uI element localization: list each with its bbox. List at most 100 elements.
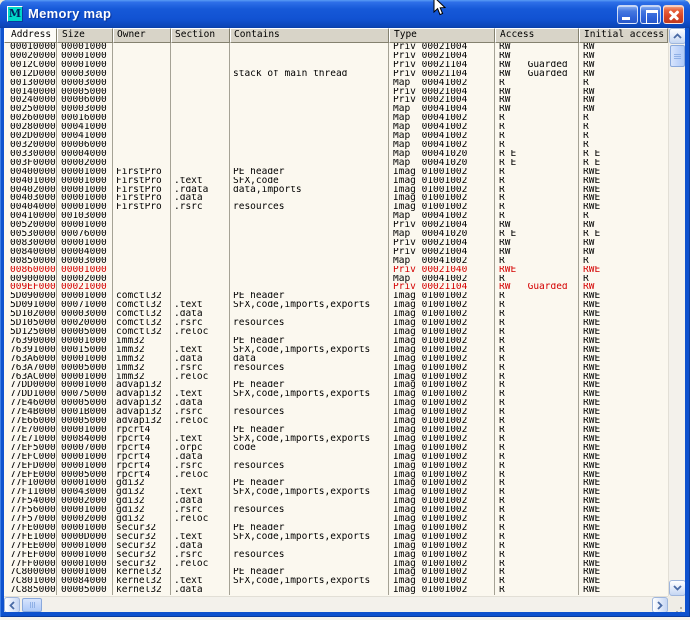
column-header-contains[interactable]: Contains [230, 28, 389, 43]
cell-section [171, 105, 230, 114]
horizontal-scroll-thumb[interactable] [22, 598, 42, 612]
cell-section: .reloc [171, 328, 230, 337]
maximize-button[interactable] [640, 5, 661, 24]
table-row[interactable]: 77E7000000001000rpcrt4PE headerImag 0100… [4, 426, 668, 435]
table-row[interactable]: 77FEF00000001000secur32.rsrcresourcesIma… [4, 551, 668, 560]
cell-owner [113, 43, 171, 52]
table-row[interactable]: 0024000000006000Priv 00021004RWRW [4, 96, 668, 105]
titlebar[interactable]: M Memory map [0, 0, 690, 28]
table-row[interactable]: 0040000000001000FirstProPE headerImag 01… [4, 168, 668, 177]
table-row[interactable]: 77F1100000043000gdi32.textSFX,code,impor… [4, 488, 668, 497]
table-row[interactable]: 77EF500000007000rpcrt4.orpccodeImag 0100… [4, 444, 668, 453]
table-row[interactable]: 0001000000001000Priv 00021004RWRW [4, 43, 668, 52]
table-row[interactable]: 5D12500000005000comctl32.relocImag 01001… [4, 328, 668, 337]
cell-access: R [495, 381, 579, 390]
cell-type: Imag 01001002 [389, 417, 495, 426]
table-row[interactable]: 7C88500000005000kernel32.dataImag 010010… [4, 586, 668, 595]
table-row[interactable]: 77E7100000084000rpcrt4.textSFX,code,impo… [4, 435, 668, 444]
table-row[interactable]: 77EFC00000001000rpcrt4.dataImag 01001002… [4, 453, 668, 462]
table-row[interactable]: 0052000000001000Priv 00021004RWRW [4, 221, 668, 230]
cell-contains [230, 239, 389, 248]
table-row[interactable]: 0040300000001000FirstPro.dataImag 010010… [4, 194, 668, 203]
cell-contains [230, 248, 389, 257]
table-row[interactable]: 0053000000076000Map 00041020R ER E [4, 230, 668, 239]
table-row[interactable]: 0012D00000003000stack of main threadPriv… [4, 70, 668, 79]
table-row[interactable]: 0032000000006000Map 00041002RR [4, 141, 668, 150]
horizontal-scrollbar[interactable] [4, 596, 668, 612]
table-row[interactable]: 7C80000000001000kernel32PE headerImag 01… [4, 568, 668, 577]
scroll-left-button[interactable] [4, 597, 20, 612]
table-row[interactable]: 77F1000000001000gdi32PE headerImag 01001… [4, 479, 668, 488]
table-row[interactable]: 0040200000001000FirstPro.rdatadata,impor… [4, 186, 668, 195]
table-row[interactable]: 0026000000016000Map 00041002RR [4, 114, 668, 123]
column-header-address[interactable]: Address [4, 28, 57, 43]
table-row[interactable]: 77DD000000001000advapi32PE headerImag 01… [4, 381, 668, 390]
table-row[interactable]: 7C80100000084000kernel32.textSFX,code,im… [4, 577, 668, 586]
table-row[interactable]: 002D000000041000Map 00041002RR [4, 132, 668, 141]
table-row[interactable]: 0040400000001000FirstPro.rsrcresourcesIm… [4, 203, 668, 212]
minimize-button[interactable] [617, 5, 638, 24]
table-row[interactable]: 0084000000004000Priv 00021004RWRW [4, 248, 668, 257]
cell-contains [230, 96, 389, 105]
table-row[interactable]: 5D09100000071000comctl32.textSFX,code,im… [4, 301, 668, 310]
table-row[interactable]: 77FE000000001000secur32PE headerImag 010… [4, 524, 668, 533]
table-row[interactable]: 0002000000001000Priv 00021004RWRW [4, 52, 668, 61]
table-row[interactable]: 0012C00000001000Priv 00021104RW GuardedR… [4, 61, 668, 70]
table-row[interactable]: 7639100000015000imm32.textSFX,code,impor… [4, 346, 668, 355]
table-row[interactable]: 0085000000003000Map 00041002RR [4, 257, 668, 266]
vertical-scroll-thumb[interactable] [670, 45, 685, 67]
table-row[interactable]: 5D10200000003000comctl32.dataImag 010010… [4, 310, 668, 319]
table-row[interactable]: 77DD100000075000advapi32.textSFX,code,im… [4, 390, 668, 399]
vertical-scrollbar[interactable] [668, 28, 685, 596]
table-row[interactable]: 77E4B0000001B000advapi32.rsrcresourcesIm… [4, 408, 668, 417]
column-header-access[interactable]: Access [495, 28, 579, 43]
table-row[interactable]: 77F5400000002000gdi32.dataImag 01001002R… [4, 497, 668, 506]
table-row[interactable]: 0025000000003000Map 00041004RWRW [4, 105, 668, 114]
column-header-initial-access[interactable]: Initial access [579, 28, 668, 43]
table-row[interactable]: 5D10500000020000comctl32.rsrcresourcesIm… [4, 319, 668, 328]
column-header-type[interactable]: Type [389, 28, 495, 43]
cell-section: .text [171, 346, 230, 355]
table-row[interactable]: 77F5600000001000gdi32.rsrcresourcesImag … [4, 506, 668, 515]
table-row[interactable]: 5D09000000001000comctl32PE headerImag 01… [4, 292, 668, 301]
column-header-owner[interactable]: Owner [113, 28, 171, 43]
table-row[interactable]: 763AC00000001000imm32.relocImag 01001002… [4, 373, 668, 382]
table-row[interactable]: 003F000000002000Map 00041020R ER E [4, 159, 668, 168]
table-row[interactable]: 0040100000001000FirstPro.textSFX,codeIma… [4, 177, 668, 186]
table-row[interactable]: 77E4600000005000advapi32.dataImag 010010… [4, 399, 668, 408]
table-row[interactable]: 77FEE00000001000secur32.dataImag 0100100… [4, 542, 668, 551]
table-row[interactable]: 0090000000002000Map 00041002RR [4, 275, 668, 284]
table-row[interactable]: 77EFD00000001000rpcrt4.rsrcresourcesImag… [4, 462, 668, 471]
table-row[interactable]: 77FE10000000D000secur32.textSFX,code,imp… [4, 533, 668, 542]
table-row[interactable]: 77F5700000002000gdi32.relocImag 01001002… [4, 515, 668, 524]
column-header-section[interactable]: Section [171, 28, 230, 43]
table-row[interactable]: 0033000000004000Map 00041020R ER E [4, 150, 668, 159]
resize-grip-icon[interactable] [680, 607, 682, 609]
table-row[interactable]: 7639000000001000imm32PE headerImag 01001… [4, 337, 668, 346]
table-row[interactable]: 763A700000005000imm32.rsrcresourcesImag … [4, 364, 668, 373]
table-row[interactable]: 0041000000103000Map 00041002RR [4, 212, 668, 221]
cell-contains [230, 114, 389, 123]
table-row[interactable]: 77EFE00000005000rpcrt4.relocImag 0100100… [4, 471, 668, 480]
scroll-down-button[interactable] [669, 580, 685, 596]
cell-access: R [495, 257, 579, 266]
cell-address: 002D0000 [4, 132, 57, 141]
cell-address: 00403000 [4, 194, 57, 203]
table-row[interactable]: 0014000000005000Priv 00021004RWRW [4, 88, 668, 97]
table-row[interactable]: 0013000000003000Map 00041002RR [4, 79, 668, 88]
cell-owner: FirstPro [113, 168, 171, 177]
close-button[interactable] [663, 5, 684, 24]
scroll-up-button[interactable] [669, 28, 685, 44]
cell-section: .text [171, 488, 230, 497]
table-row[interactable]: 0083000000001000Priv 00021004RWRW [4, 239, 668, 248]
table-row[interactable]: 77FF000000001000secur32.relocImag 010010… [4, 560, 668, 569]
table-row[interactable]: 763A600000001000imm32.datadataImag 01001… [4, 355, 668, 364]
cell-section [171, 159, 230, 168]
cell-section [171, 248, 230, 257]
table-row[interactable]: 0028000000041000Map 00041002RR [4, 123, 668, 132]
table-row[interactable]: 009EF00000021000Priv 00021104RW GuardedR… [4, 283, 668, 292]
table-row[interactable]: 0086000000001000Priv 00021040RWERWE [4, 266, 668, 275]
column-header-size[interactable]: Size [57, 28, 113, 43]
table-row[interactable]: 77E6600000005000advapi32.relocImag 01001… [4, 417, 668, 426]
scroll-right-button[interactable] [652, 597, 668, 612]
